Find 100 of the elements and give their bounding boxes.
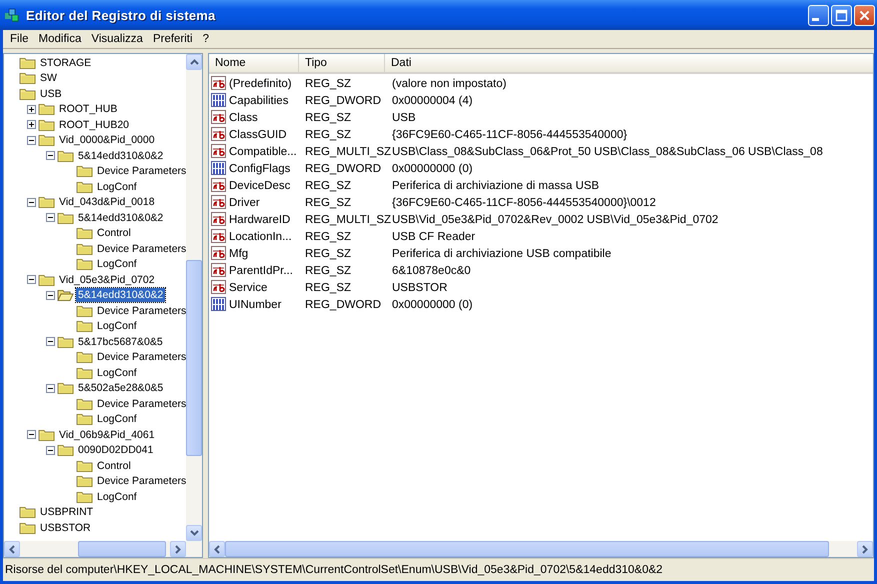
folder-icon — [19, 505, 36, 520]
value-type: REG_MULTI_SZ — [304, 146, 391, 158]
tree-item[interactable]: Control — [95, 226, 133, 240]
value-data: (valore non impostato) — [391, 78, 506, 90]
folder-icon — [76, 396, 93, 411]
value-type: REG_SZ — [304, 78, 352, 90]
value-data: USB\Vid_05e3&Pid_0702&Rev_0002 USB\Vid_05e3&Pid_0702 — [391, 214, 718, 226]
collapse-icon[interactable] — [46, 446, 55, 455]
scroll-left-icon — [214, 544, 220, 554]
vertical-scrollbar[interactable] — [186, 54, 202, 541]
tree-item[interactable]: Vid_06b9&Pid_4061 — [57, 428, 157, 442]
collapse-icon[interactable] — [46, 337, 55, 346]
column-header[interactable]: Dati — [385, 54, 873, 72]
column-header[interactable]: Nome — [209, 54, 299, 72]
tree-item[interactable]: Vid_0000&Pid_0000 — [57, 133, 157, 148]
tree-item[interactable]: Vid_043d&Pid_0018 — [57, 195, 157, 210]
close-button[interactable] — [854, 4, 875, 26]
collapse-icon[interactable] — [46, 213, 55, 222]
collapse-icon[interactable] — [27, 198, 36, 207]
tree-item[interactable]: ROOT_HUB — [57, 102, 120, 116]
string-value-icon — [211, 178, 227, 193]
menu-item[interactable]: Visualizza — [86, 33, 148, 45]
tree-item[interactable]: 5&502a5e28&0&5 — [76, 381, 166, 396]
open-folder-icon — [57, 288, 74, 302]
value-name[interactable]: DeviceDesc — [229, 180, 303, 192]
tree-item[interactable]: LogConf — [95, 366, 139, 380]
value-name[interactable]: LocationIn... — [229, 230, 303, 242]
tree-item[interactable]: 0090D02DD041 — [76, 443, 156, 458]
collapse-icon[interactable] — [46, 290, 55, 300]
value-type: REG_SZ — [304, 180, 352, 192]
status-path: Risorse del computer\HKEY_LOCAL_MACHINE\SYSTEM\CurrentControlSet\Enum\USB\Vid_05e3&Pid_0702\5&14edd310&0&2 — [5, 564, 663, 576]
minimize-button[interactable] — [808, 4, 829, 26]
tree-item[interactable]: LogConf — [95, 319, 139, 334]
string-value-icon — [211, 212, 227, 227]
tree-item[interactable]: Device Parameters — [95, 304, 186, 318]
horizontal-scrollbar[interactable] — [4, 541, 202, 557]
folder-icon — [76, 490, 93, 504]
tree-item[interactable]: LogConf — [95, 180, 139, 194]
value-name[interactable]: Driver — [229, 196, 303, 208]
expand-icon[interactable] — [27, 104, 36, 114]
value-name[interactable]: UINumber — [229, 298, 303, 310]
horizontal-scrollbar[interactable] — [209, 541, 873, 557]
menu-item[interactable]: Preferiti — [148, 33, 198, 45]
tree-item[interactable]: Device Parameters — [95, 350, 186, 364]
string-value-icon — [211, 280, 227, 295]
tree-item[interactable]: SW — [38, 71, 59, 86]
tree-item[interactable]: 5&14edd310&0&2 — [76, 148, 166, 163]
tree-item[interactable]: Vid_05e3&Pid_0702 — [57, 272, 157, 287]
value-type: REG_DWORD — [304, 94, 382, 106]
binary-value-icon — [211, 93, 227, 108]
value-name[interactable]: Compatible... — [229, 146, 303, 158]
tree-item[interactable]: USBSTOR — [38, 520, 93, 535]
string-value-icon — [211, 263, 227, 278]
collapse-icon[interactable] — [27, 430, 36, 440]
string-value-icon — [211, 144, 227, 159]
tree-item[interactable]: Device Parameters — [95, 242, 186, 256]
tree-item[interactable]: Device Parameters — [95, 164, 186, 178]
tree-item[interactable]: USBPRINT — [38, 505, 96, 520]
tree-item[interactable]: ROOT_HUB20 — [57, 118, 132, 132]
menu-item[interactable]: ? — [198, 33, 214, 45]
folder-icon — [19, 520, 36, 535]
tree-item[interactable]: Device Parameters — [95, 396, 186, 411]
value-name[interactable]: Service — [229, 282, 303, 294]
column-header[interactable]: Tipo — [299, 54, 385, 72]
collapse-icon[interactable] — [27, 275, 36, 284]
tree-item[interactable]: STORAGE — [38, 56, 94, 70]
value-name[interactable]: (Predefinito) — [229, 78, 303, 90]
value-type: REG_SZ — [304, 128, 352, 140]
tree-item[interactable]: 5&14edd310&0&2 — [76, 210, 166, 225]
value-name[interactable]: Class — [229, 112, 303, 124]
collapse-icon[interactable] — [46, 384, 55, 393]
tree-item[interactable]: LogConf — [95, 257, 139, 272]
expand-icon[interactable] — [27, 120, 36, 130]
menu-item[interactable]: Modifica — [34, 33, 86, 45]
tree-item[interactable]: USB — [38, 86, 64, 101]
value-name[interactable]: Capabilities — [229, 94, 303, 106]
tree-item[interactable]: LogConf — [95, 490, 139, 504]
value-type: REG_SZ — [304, 230, 352, 242]
tree-item[interactable]: 5&14edd310&0&2 — [76, 288, 166, 302]
collapse-icon[interactable] — [46, 151, 55, 160]
window-title: Editor del Registro di sistema — [26, 8, 216, 22]
value-name[interactable]: Mfg — [229, 248, 303, 260]
tree-item[interactable]: Control — [95, 458, 133, 473]
value-name[interactable]: ClassGUID — [229, 128, 303, 140]
value-data: USB\Class_08&SubClass_06&Prot_50 USB\Class_08&SubClass_06 USB\Class_08 — [391, 146, 823, 158]
value-type: REG_SZ — [304, 248, 352, 260]
value-type: REG_SZ — [304, 112, 352, 124]
value-data: 6&10878e0c&0 — [391, 264, 471, 276]
maximize-button[interactable] — [831, 4, 852, 26]
value-name[interactable]: ParentIdPr... — [229, 264, 303, 276]
tree-item[interactable]: Device Parameters — [95, 474, 186, 488]
collapse-icon[interactable] — [27, 136, 36, 145]
string-value-icon — [211, 76, 227, 91]
value-data: 0x00000004 (4) — [391, 94, 473, 106]
folder-icon — [19, 86, 36, 101]
value-name[interactable]: HardwareID — [229, 214, 303, 226]
tree-item[interactable]: LogConf — [95, 412, 139, 426]
tree-item[interactable]: 5&17bc5687&0&5 — [76, 334, 165, 349]
menu-item[interactable]: File — [5, 33, 34, 45]
value-name[interactable]: ConfigFlags — [229, 162, 303, 174]
